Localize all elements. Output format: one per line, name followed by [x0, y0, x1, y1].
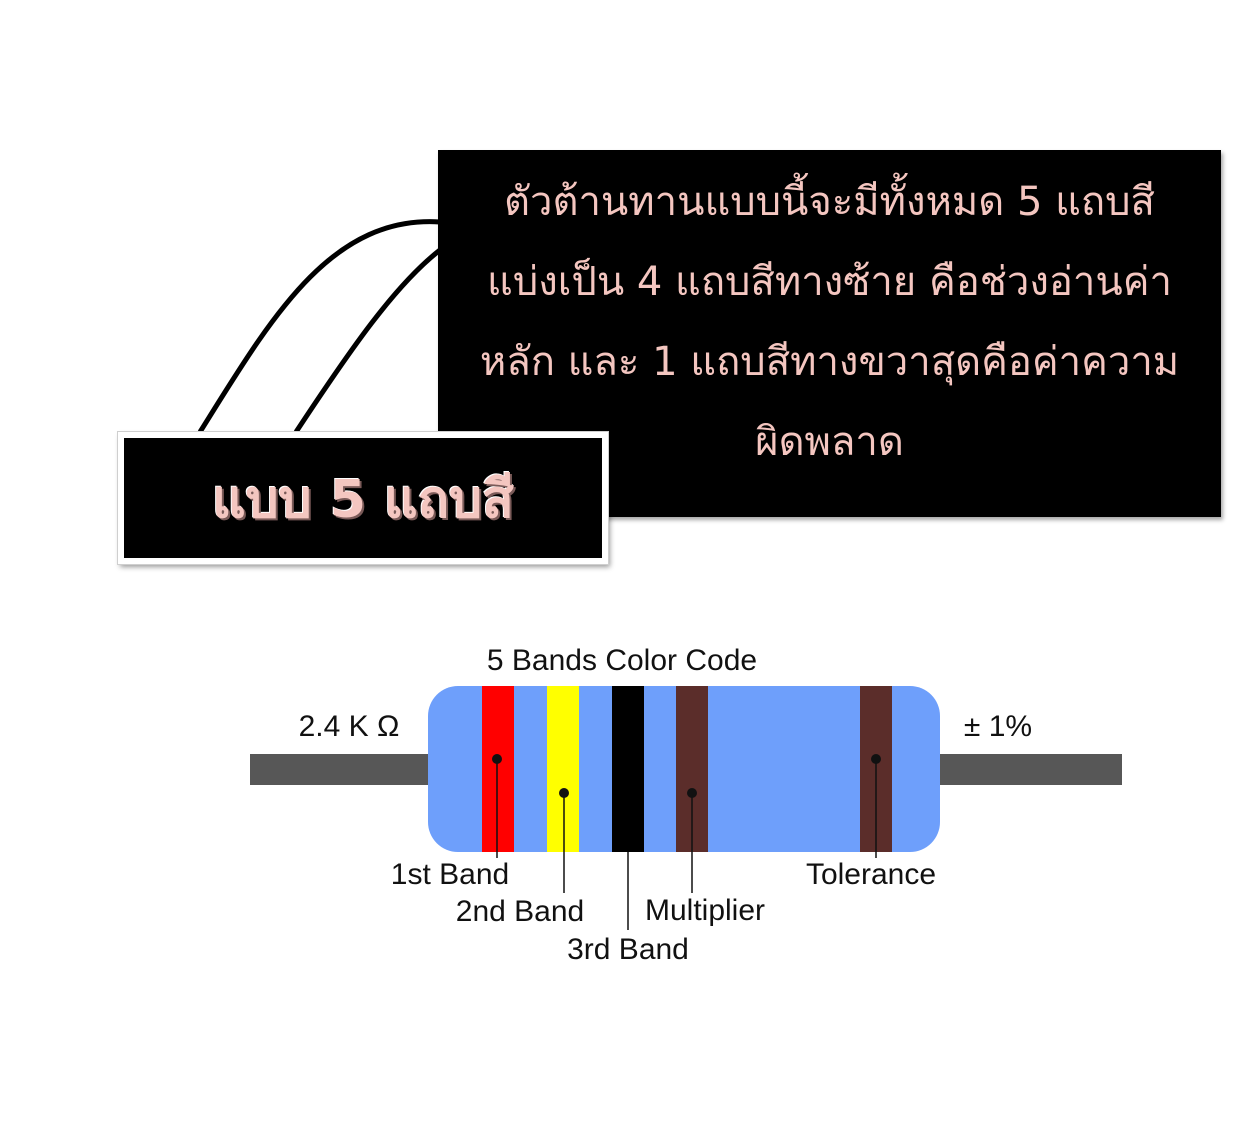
resistance-value-label: 2.4 K Ω	[299, 710, 400, 743]
diagram-title: 5 Bands Color Code	[487, 644, 757, 677]
pointer-dot-1	[492, 754, 502, 764]
tolerance-value-label: ± 1%	[964, 710, 1032, 743]
band-2	[547, 686, 579, 852]
pointer-dot-tolerance	[871, 754, 881, 764]
band-label-multiplier: Multiplier	[645, 894, 765, 927]
right-lead	[930, 754, 1122, 785]
band-1	[482, 686, 514, 852]
band-label-tolerance: Tolerance	[806, 858, 936, 891]
left-lead	[250, 754, 435, 785]
band-label-1: 1st Band	[391, 858, 509, 891]
resistor-diagram: 5 Bands Color Code 2.4 K Ω ± 1% 1st Band…	[250, 644, 1122, 966]
pointer-dot-multiplier	[687, 788, 697, 798]
pointer-dot-2	[559, 788, 569, 798]
band-label-3: 3rd Band	[567, 933, 689, 966]
band-label-2: 2nd Band	[456, 895, 584, 928]
band-3	[612, 686, 644, 852]
slide: ตัวต้านทานแบบนี้จะมีทั้งหมด 5 แถบสี แบ่ง…	[0, 0, 1244, 1129]
